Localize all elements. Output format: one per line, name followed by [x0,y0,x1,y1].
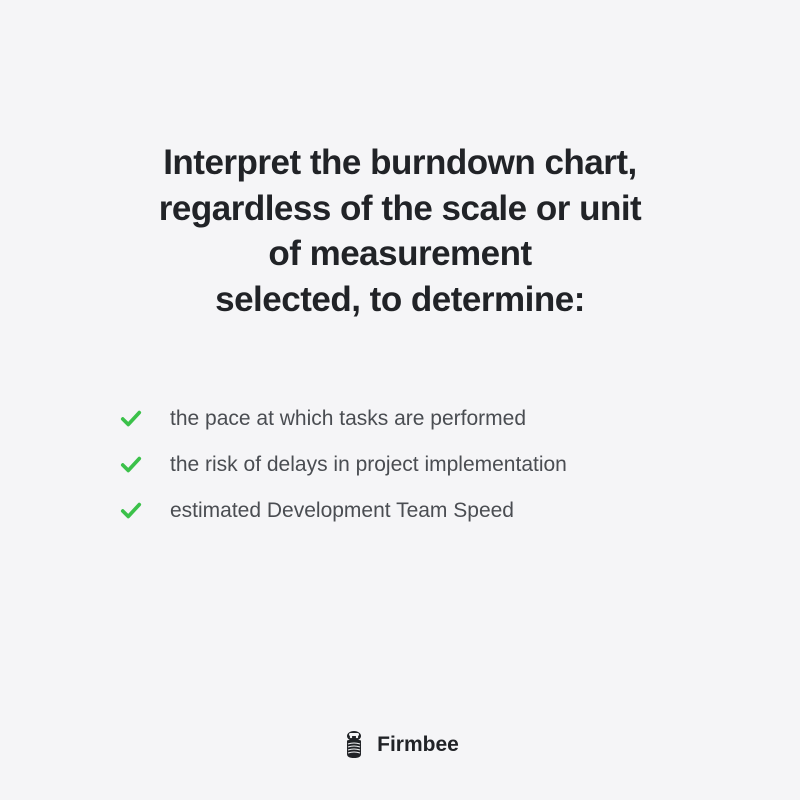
main-heading: Interpret the burndown chart, regardless… [159,140,641,322]
item-text: estimated Development Team Speed [170,499,514,523]
heading-line: regardless of the scale or unit [159,189,641,228]
item-text: the risk of delays in project implementa… [170,453,567,477]
list-item: estimated Development Team Speed [120,499,710,523]
heading-line: selected, to determine: [215,280,585,319]
check-icon [120,454,142,476]
checklist: the pace at which tasks are performed th… [90,407,710,523]
heading-line: Interpret the burndown chart, [163,143,637,182]
list-item: the pace at which tasks are performed [120,407,710,431]
check-icon [120,408,142,430]
check-icon [120,500,142,522]
brand-name: Firmbee [377,733,459,757]
list-item: the risk of delays in project implementa… [120,453,710,477]
item-text: the pace at which tasks are performed [170,407,526,431]
heading-line: of measurement [268,234,531,273]
brand-footer: Firmbee [341,730,459,760]
firmbee-logo-icon [341,730,367,760]
